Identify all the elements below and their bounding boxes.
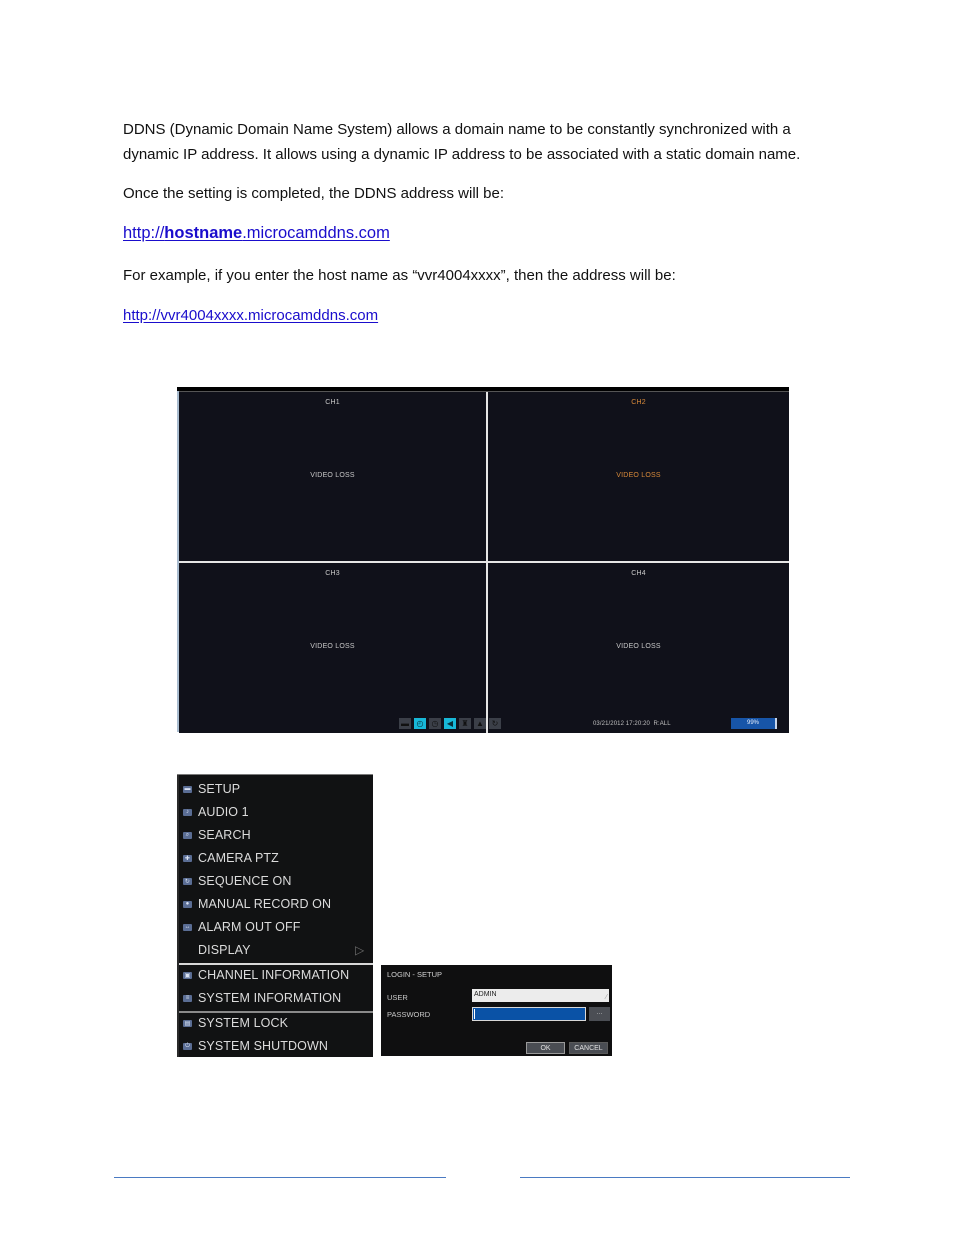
example-ddns-link[interactable]: http://vvr4004xxxx.microcamddns.com — [123, 307, 378, 324]
dvr-context-menu: ▬ SETUP ♪ AUDIO 1 ⌕ SEARCH ✚ CAMERA PTZ ↻ SEQUENC… — [177, 774, 373, 1057]
menu-item-label: SYSTEM LOCK — [198, 1016, 289, 1030]
channel-cell-2[interactable]: CH2 VIDEO LOSS — [488, 392, 789, 561]
ddns-template-link-line: http://hostname.microcamddns.com — [123, 221, 390, 246]
status-datetime: 03/21/2012 17:20:20 R:ALL — [593, 721, 671, 727]
menu-item-label: MANUAL RECORD ON — [198, 897, 332, 911]
text-caret — [474, 1009, 475, 1019]
user-value: ADMIN — [474, 991, 497, 998]
menu-item-search[interactable]: ⌕ SEARCH — [183, 825, 251, 845]
grid-horizontal-divider — [179, 561, 789, 563]
intro-text-line-1: DDNS (Dynamic Domain Name System) allows… — [123, 121, 791, 138]
audio-speaker-icon: ◀ — [444, 718, 456, 729]
intro-text-line-2: dynamic IP address. It allows using a dy… — [123, 146, 801, 163]
record-mode: R:ALL — [653, 721, 671, 727]
menu-item-label: SYSTEM SHUTDOWN — [198, 1039, 328, 1053]
record-timer-icon: ◴ — [414, 718, 426, 729]
menu-item-alarm-out-off[interactable]: ↔ ALARM OUT OFF — [183, 917, 300, 937]
submenu-arrow-icon: ▷ — [355, 943, 365, 957]
video-loss-label: VIDEO LOSS — [616, 643, 661, 650]
channel-cell-4[interactable]: CH4 VIDEO LOSS — [488, 563, 789, 733]
example-link-line: http://vvr4004xxxx.microcamddns.com — [123, 303, 378, 328]
video-loss-label: VIDEO LOSS — [310, 472, 355, 479]
status-icon-bar: ▬ ◴ ◷ ◀ ♜ ▲ ↻ — [399, 718, 501, 729]
menu-item-label: DISPLAY — [198, 943, 251, 957]
channel-cell-3[interactable]: CH3 VIDEO LOSS — [179, 563, 486, 733]
alarm-out-icon: ↔ — [183, 923, 192, 931]
menu-item-label: SETUP — [198, 782, 241, 796]
menu-left-edge — [177, 775, 179, 1057]
setup-icon: ▬ — [183, 785, 192, 793]
menu-item-label: SYSTEM INFORMATION — [198, 991, 342, 1005]
menu-item-system-shutdown[interactable]: ⏻ SYSTEM SHUTDOWN — [183, 1036, 328, 1056]
menu-item-display[interactable]: DISPLAY ▷ — [183, 940, 364, 960]
power-icon: ⏻ — [183, 1042, 192, 1050]
virtual-keyboard-button[interactable]: ... — [589, 1007, 610, 1021]
resize-grip-icon: ⁄ — [605, 994, 607, 1001]
menu-item-label: AUDIO 1 — [198, 805, 249, 819]
dvr-live-view: CH1 VIDEO LOSS CH2 VIDEO LOSS CH3 VIDEO … — [177, 387, 789, 733]
menu-separator — [179, 1011, 373, 1013]
hdd-usage-label: 99% — [746, 720, 759, 726]
footer-rule-left — [114, 1177, 446, 1178]
sequence-icon: ↻ — [183, 877, 192, 885]
channel-grid: CH1 VIDEO LOSS CH2 VIDEO LOSS CH3 VIDEO … — [179, 391, 789, 733]
video-loss-label: VIDEO LOSS — [616, 472, 661, 479]
link-suffix: .microcamddns.com — [242, 224, 390, 242]
menu-item-channel-information[interactable]: ▣ CHANNEL INFORMATION — [183, 965, 349, 985]
user-select[interactable]: ADMIN ⁄ — [472, 989, 609, 1002]
ddns-template-link[interactable]: http://hostname.microcamddns.com — [123, 224, 390, 242]
alarm-icon: ♜ — [459, 718, 471, 729]
channel-cell-1[interactable]: CH1 VIDEO LOSS — [179, 392, 486, 561]
ptz-icon: ✚ — [183, 854, 192, 862]
login-title: LOGIN - SETUP — [387, 970, 443, 979]
channel-name: CH3 — [325, 570, 340, 577]
menu-item-setup[interactable]: ▬ SETUP — [183, 779, 240, 799]
menu-item-camera-ptz[interactable]: ✚ CAMERA PTZ — [183, 848, 279, 868]
link-prefix: http:// — [123, 224, 165, 242]
menu-item-label: ALARM OUT OFF — [198, 920, 301, 934]
schedule-clock-icon: ◷ — [429, 718, 441, 729]
system-info-icon: ≡ — [183, 994, 192, 1002]
menu-item-system-information[interactable]: ≡ SYSTEM INFORMATION — [183, 988, 341, 1008]
video-loss-label: VIDEO LOSS — [310, 643, 355, 650]
menu-item-label: CHANNEL INFORMATION — [198, 968, 350, 982]
cancel-button[interactable]: CANCEL — [569, 1042, 608, 1054]
menu-item-label: CAMERA PTZ — [198, 851, 279, 865]
lock-icon: ▤ — [183, 1019, 192, 1027]
user-label: USER — [387, 993, 408, 1002]
ok-button[interactable]: OK — [526, 1042, 565, 1054]
footer-rule-right — [520, 1177, 850, 1178]
record-icon: ● — [183, 900, 192, 908]
hdd-usage-bar: 99% — [731, 718, 777, 729]
link-hostname: hostname — [164, 224, 243, 242]
menu-item-system-lock[interactable]: ▤ SYSTEM LOCK — [183, 1013, 288, 1033]
channel-info-icon: ▣ — [183, 971, 192, 979]
hdd-icon: ▲ — [474, 718, 486, 729]
channel-name: CH4 — [631, 570, 646, 577]
password-label: PASSWORD — [387, 1010, 431, 1019]
menu-item-manual-record-on[interactable]: ● MANUAL RECORD ON — [183, 894, 331, 914]
audio-icon: ♪ — [183, 808, 192, 816]
login-dialog: LOGIN - SETUP USER ADMIN ⁄ PASSWORD ... … — [381, 965, 612, 1056]
password-input[interactable] — [472, 1007, 586, 1021]
menu-item-sequence-on[interactable]: ↻ SEQUENCE ON — [183, 871, 291, 891]
menu-item-label: SEARCH — [198, 828, 251, 842]
menu-separator — [179, 963, 373, 965]
ddns-address-intro: Once the setting is completed, the DDNS … — [123, 185, 505, 202]
example-text: For example, if you enter the host name … — [123, 267, 676, 284]
channel-name: CH2 — [631, 399, 646, 406]
channel-name: CH1 — [325, 399, 340, 406]
search-icon: ⌕ — [183, 831, 192, 839]
overwrite-icon: ↻ — [489, 718, 501, 729]
network-icon: ▬ — [399, 718, 411, 729]
datetime-value: 03/21/2012 17:20:20 — [593, 721, 650, 727]
menu-item-audio-1[interactable]: ♪ AUDIO 1 — [183, 802, 249, 822]
menu-item-label: SEQUENCE ON — [198, 874, 292, 888]
